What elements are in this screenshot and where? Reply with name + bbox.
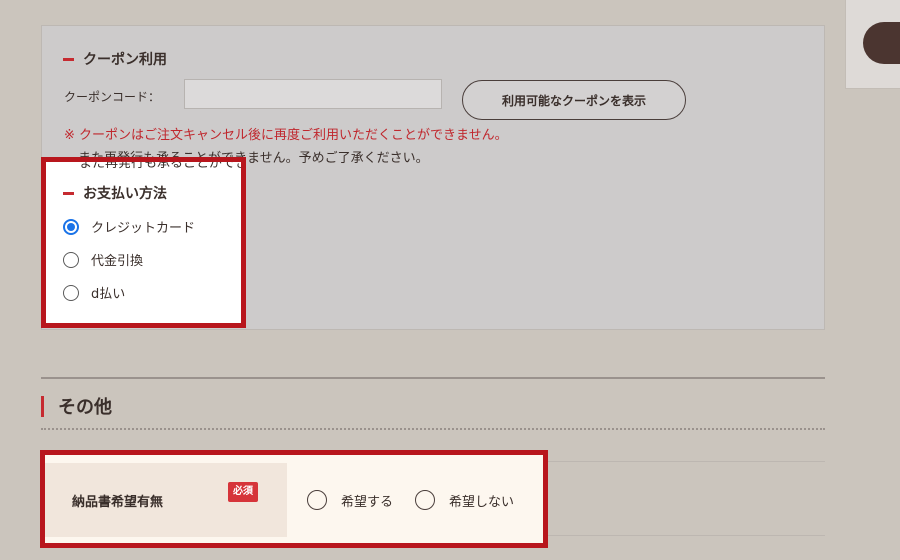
- other-section-title-text: その他: [58, 397, 112, 418]
- delivery-option-label: 希望する: [341, 494, 394, 510]
- other-section-title: その他: [41, 393, 112, 419]
- show-available-coupons-button[interactable]: 利用可能なクーポンを表示: [462, 80, 686, 120]
- radio-icon[interactable]: [63, 284, 79, 301]
- payment-option-cod[interactable]: 代金引換: [63, 250, 143, 269]
- payment-heading: お支払い方法: [63, 183, 167, 203]
- delivery-option-label: 希望しない: [449, 494, 515, 510]
- payment-option-label: クレジットカード: [91, 221, 196, 236]
- payment-heading-text: お支払い方法: [83, 186, 167, 202]
- payment-option-label: d払い: [91, 287, 126, 302]
- coupon-code-input[interactable]: [184, 79, 442, 109]
- coupon-notice-warning: ※ クーポンはご注文キャンセル後に再度ご利用いただくことができません。: [64, 128, 508, 143]
- radio-checked-icon[interactable]: [63, 218, 79, 235]
- coupon-code-label: クーポンコード：: [64, 90, 161, 104]
- title-accent-bar: [41, 395, 44, 417]
- payment-option-credit-card[interactable]: クレジットカード: [63, 217, 195, 236]
- payment-method-section: また再発行も承ることができません。予めご了承ください。 お支払い方法 クレジット…: [41, 157, 246, 328]
- coupon-notice-line2-clipped: また再発行も承ることができません。予めご了承ください。: [79, 157, 246, 171]
- delivery-note-label: 納品書希望有無: [72, 494, 164, 510]
- delivery-note-option-yes[interactable]: 希望する: [307, 490, 393, 510]
- delivery-note-row: 納品書希望有無 必須 希望する 希望しない: [40, 450, 548, 548]
- section-divider: [41, 377, 825, 379]
- floating-cart-button[interactable]: [863, 22, 900, 64]
- radio-icon[interactable]: [63, 251, 79, 268]
- section-dash-icon: [63, 191, 74, 195]
- coupon-heading: クーポン利用: [63, 49, 167, 69]
- section-dash-icon: [63, 57, 74, 61]
- coupon-heading-text: クーポン利用: [83, 52, 167, 68]
- radio-icon[interactable]: [415, 490, 435, 510]
- delivery-note-option-no[interactable]: 希望しない: [415, 490, 514, 510]
- radio-icon[interactable]: [307, 490, 327, 510]
- dotted-divider: [41, 428, 825, 430]
- payment-option-d-barai[interactable]: d払い: [63, 283, 125, 302]
- required-badge: 必須: [228, 482, 258, 502]
- payment-option-label: 代金引換: [91, 254, 144, 269]
